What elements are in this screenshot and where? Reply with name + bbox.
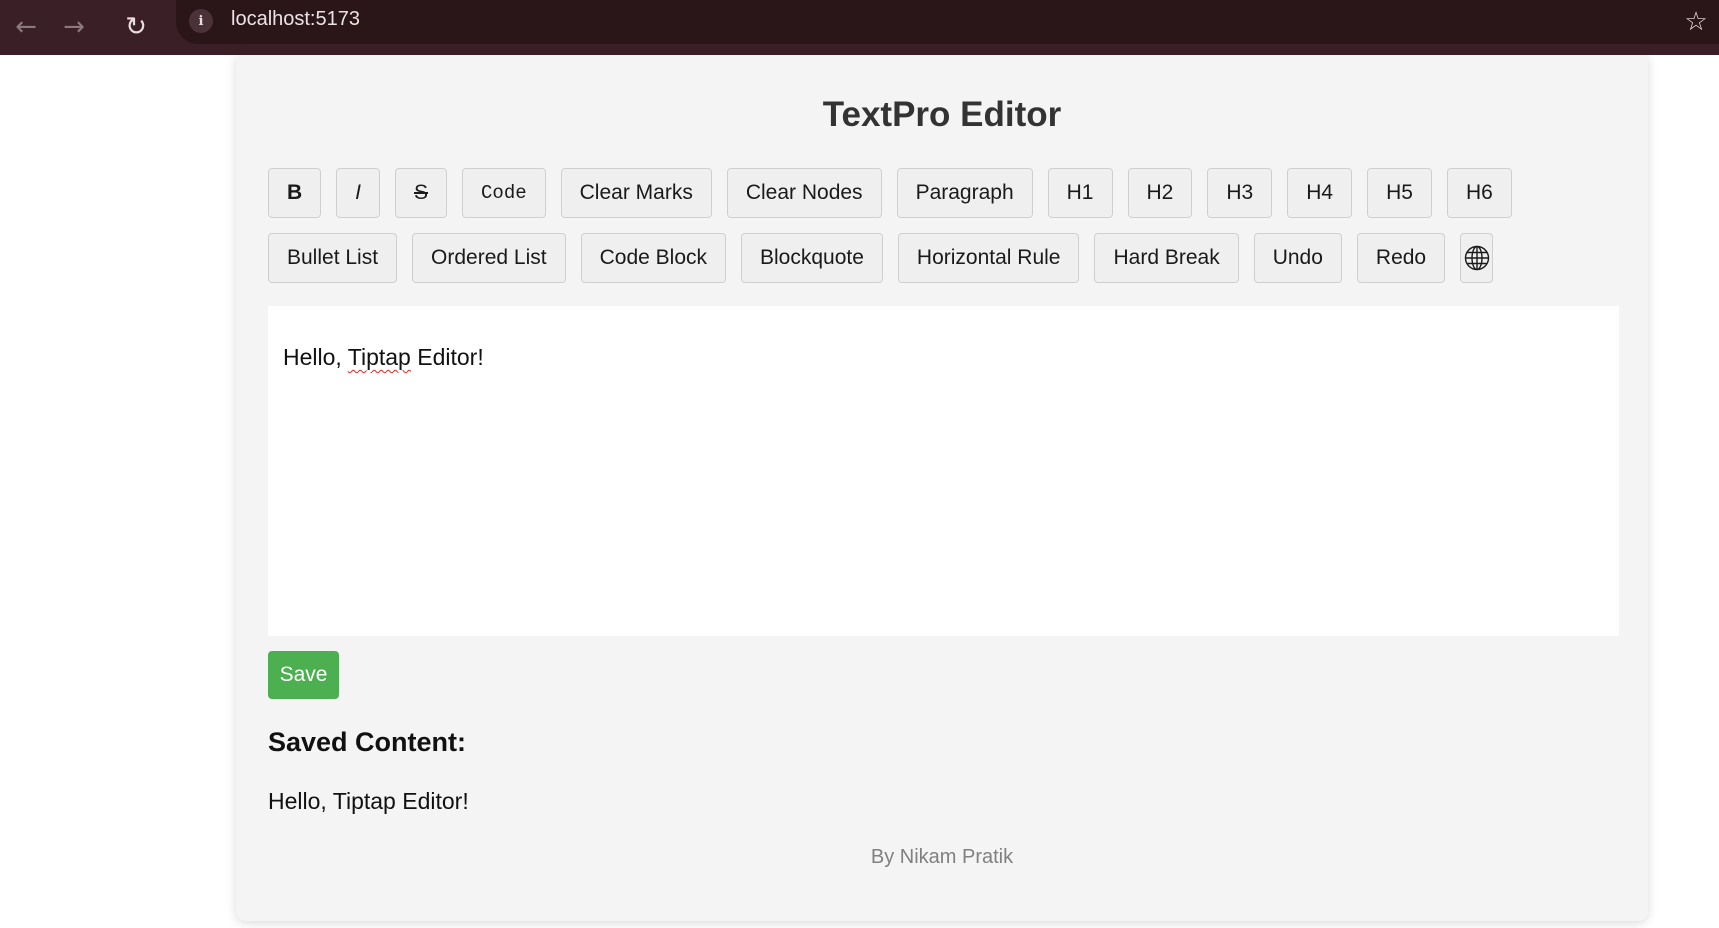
- toolbar-row-1: B I S Code Clear Marks Clear Nodes Parag…: [268, 168, 1512, 218]
- browser-toolbar: ← → ↻ i localhost:5173 ☆: [0, 0, 1719, 55]
- horizontal-rule-button[interactable]: Horizontal Rule: [897, 233, 1080, 283]
- editor-card: TextPro Editor B I S Code Clear Marks Cl…: [236, 55, 1648, 921]
- clear-nodes-button[interactable]: Clear Nodes: [726, 168, 882, 218]
- address-bar[interactable]: [176, 0, 1719, 44]
- italic-button[interactable]: I: [336, 168, 381, 218]
- h5-button[interactable]: H5: [1367, 168, 1432, 218]
- reload-icon[interactable]: ↻: [116, 8, 156, 46]
- editor-text-after: Editor!: [410, 344, 484, 370]
- paragraph-button[interactable]: Paragraph: [896, 168, 1033, 218]
- bookmark-star-icon[interactable]: ☆: [1678, 4, 1714, 40]
- hard-break-button[interactable]: Hard Break: [1094, 233, 1239, 283]
- forward-icon[interactable]: →: [54, 8, 94, 46]
- editor-content-area[interactable]: Hello, Tiptap Editor!: [268, 306, 1619, 636]
- info-icon[interactable]: i: [189, 9, 213, 33]
- toolbar-row-2: Bullet List Ordered List Code Block Bloc…: [268, 233, 1494, 283]
- strike-button[interactable]: S: [395, 168, 448, 218]
- bold-button[interactable]: B: [268, 168, 322, 218]
- saved-content-text: Hello, Tiptap Editor!: [268, 788, 469, 814]
- redo-button[interactable]: Redo: [1356, 233, 1446, 283]
- editor-text-misspelled: Tiptap: [347, 344, 411, 370]
- bullet-list-button[interactable]: Bullet List: [268, 233, 398, 283]
- globe-icon: [1464, 245, 1489, 271]
- h4-button[interactable]: H4: [1287, 168, 1353, 218]
- h1-button[interactable]: H1: [1047, 168, 1113, 218]
- code-block-button[interactable]: Code Block: [580, 233, 726, 283]
- save-button[interactable]: Save: [268, 651, 339, 699]
- ordered-list-button[interactable]: Ordered List: [412, 233, 566, 283]
- saved-content-heading: Saved Content:: [268, 727, 467, 757]
- back-icon[interactable]: ←: [6, 8, 46, 46]
- blockquote-button[interactable]: Blockquote: [741, 233, 883, 283]
- code-button[interactable]: Code: [462, 168, 546, 218]
- language-button[interactable]: [1460, 233, 1494, 283]
- h6-button[interactable]: H6: [1446, 168, 1512, 218]
- clear-marks-button[interactable]: Clear Marks: [560, 168, 712, 218]
- h3-button[interactable]: H3: [1207, 168, 1273, 218]
- h2-button[interactable]: H2: [1127, 168, 1193, 218]
- undo-button[interactable]: Undo: [1253, 233, 1342, 283]
- url-text[interactable]: localhost:5173: [231, 8, 360, 31]
- editor-text-before: Hello,: [283, 344, 348, 370]
- footer-credit: By Nikam Pratik: [870, 846, 1014, 868]
- page-title: TextPro Editor: [822, 95, 1062, 134]
